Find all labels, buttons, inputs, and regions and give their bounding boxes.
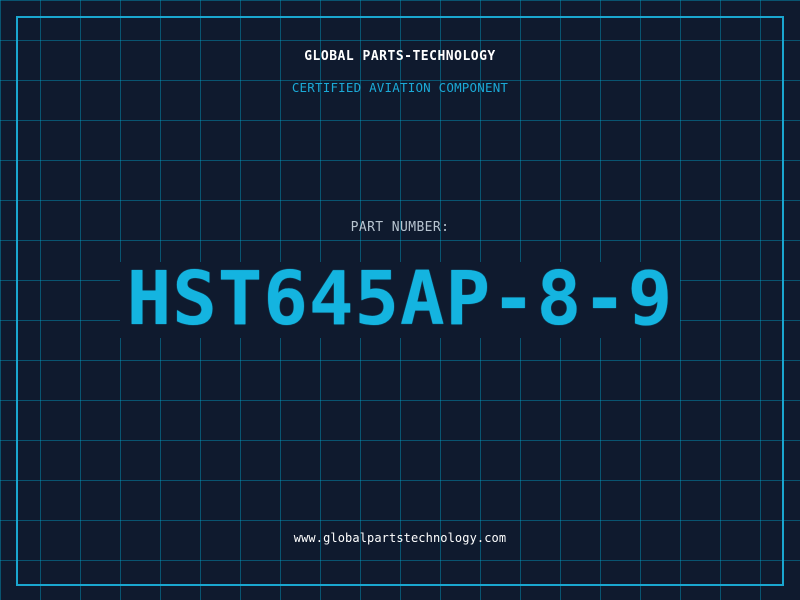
website-url: www.globalpartstechnology.com	[293, 531, 507, 545]
part-number-value: HST645AP-8-9	[126, 256, 674, 342]
certification-tagline: CERTIFIED AVIATION COMPONENT	[291, 80, 509, 95]
brand-name: GLOBAL PARTS-TECHNOLOGY	[304, 49, 496, 64]
part-card: GLOBAL PARTS-TECHNOLOGY CERTIFIED AVIATI…	[0, 0, 800, 600]
part-number-label: PART NUMBER:	[350, 220, 450, 235]
